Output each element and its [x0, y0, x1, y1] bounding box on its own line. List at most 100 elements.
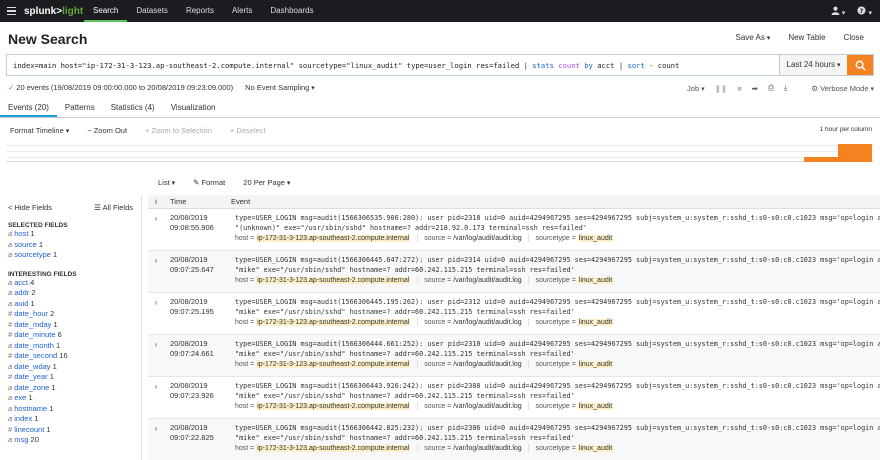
- expand-chevron-icon[interactable]: ›: [148, 377, 164, 418]
- all-fields-button[interactable]: ☰ All Fields: [94, 203, 133, 212]
- sourcetype-value[interactable]: linux_audit: [577, 235, 614, 242]
- deselect-button[interactable]: × Deselect: [230, 126, 266, 135]
- field-acct[interactable]: a acct 4: [8, 278, 133, 289]
- event-raw-line: "mike" exe="/usr/sbin/sshd" hostname=? a…: [235, 308, 575, 316]
- timeline-chart[interactable]: [6, 140, 874, 162]
- expand-chevron-icon[interactable]: ›: [148, 419, 164, 460]
- event-raw-line: type=USER_LOGIN msg=audit(1566306445.647…: [235, 256, 880, 264]
- host-label: host =: [235, 319, 255, 326]
- sourcetype-value[interactable]: linux_audit: [577, 445, 614, 452]
- tab-statistics[interactable]: Statistics (4): [103, 98, 163, 117]
- host-value[interactable]: ip-172-31-3-123.ap-southeast-2.compute.i…: [256, 361, 411, 368]
- splunk-logo[interactable]: splunk>light: [24, 6, 84, 17]
- menu-icon[interactable]: [0, 0, 22, 22]
- field-date-hour[interactable]: # date_hour 2: [8, 309, 133, 320]
- user-menu[interactable]: [830, 6, 846, 17]
- per-page-dropdown[interactable]: 20 Per Page: [243, 178, 290, 187]
- nav-search[interactable]: Search: [84, 0, 128, 22]
- field-date-zone[interactable]: a date_zone 1: [8, 383, 133, 394]
- nav-dashboards[interactable]: Dashboards: [261, 0, 322, 22]
- timeline-bar[interactable]: [804, 157, 838, 162]
- new-table-button[interactable]: New Table: [788, 33, 825, 42]
- host-label: host =: [235, 235, 255, 242]
- source-value[interactable]: /var/log/audit/audit.log: [453, 403, 522, 410]
- host-value[interactable]: ip-172-31-3-123.ap-southeast-2.compute.i…: [256, 319, 411, 326]
- field-date-second[interactable]: # date_second 16: [8, 351, 133, 362]
- zoom-to-selection-button[interactable]: + Zoom to Selection: [145, 126, 212, 135]
- field-addr[interactable]: a addr 2: [8, 288, 133, 299]
- divider: ¦: [416, 235, 419, 242]
- source-value[interactable]: /var/log/audit/audit.log: [453, 445, 522, 452]
- host-value[interactable]: ip-172-31-3-123.ap-southeast-2.compute.i…: [256, 445, 411, 452]
- query-token: |: [618, 61, 628, 70]
- source-value[interactable]: /var/log/audit/audit.log: [453, 235, 522, 242]
- event-sampling-dropdown[interactable]: No Event Sampling: [245, 83, 315, 92]
- search-query-input[interactable]: index=main host="ip-172-31-3-123.ap-sout…: [7, 55, 779, 75]
- field-count: 20: [30, 435, 39, 444]
- sourcetype-label: sourcetype =: [535, 445, 576, 452]
- field-count: 1: [34, 414, 39, 423]
- field-count: 1: [52, 361, 57, 371]
- event-raw-line: "mike" exe="/usr/sbin/sshd" hostname=? a…: [235, 266, 575, 274]
- field-index[interactable]: a index 1: [8, 414, 133, 425]
- field-date-wday[interactable]: a date_wday 1: [8, 362, 133, 373]
- hide-fields-button[interactable]: < Hide Fields: [8, 203, 52, 212]
- print-icon[interactable]: ⎙: [768, 83, 774, 93]
- nav-reports[interactable]: Reports: [177, 0, 223, 22]
- field-date-year[interactable]: # date_year 1: [8, 372, 133, 383]
- field-date-mday[interactable]: # date_mday 1: [8, 320, 133, 331]
- field-auid[interactable]: a auid 1: [8, 299, 133, 310]
- info-column-header: i: [155, 197, 157, 206]
- pause-icon[interactable]: ❚❚: [715, 84, 728, 93]
- host-value[interactable]: ip-172-31-3-123.ap-southeast-2.compute.i…: [256, 277, 411, 284]
- job-menu[interactable]: Job: [687, 84, 705, 93]
- tab-events[interactable]: Events (20): [0, 98, 57, 117]
- tab-patterns[interactable]: Patterns: [57, 98, 103, 117]
- search-button[interactable]: [847, 55, 873, 75]
- time-column-header[interactable]: Time: [164, 195, 231, 208]
- sourcetype-value[interactable]: linux_audit: [577, 361, 614, 368]
- field-linecount[interactable]: # linecount 1: [8, 425, 133, 436]
- nav-datasets[interactable]: Datasets: [127, 0, 177, 22]
- field-date-minute[interactable]: # date_minute 6: [8, 330, 133, 341]
- field-hostname[interactable]: a hostname 1: [8, 404, 133, 415]
- field-sourcetype[interactable]: a sourcetype 1: [8, 250, 133, 261]
- source-value[interactable]: /var/log/audit/audit.log: [453, 361, 522, 368]
- field-date-month[interactable]: a date_month 1: [8, 341, 133, 352]
- host-value[interactable]: ip-172-31-3-123.ap-southeast-2.compute.i…: [256, 403, 411, 410]
- nav-alerts[interactable]: Alerts: [223, 0, 261, 22]
- close-button[interactable]: Close: [844, 33, 864, 42]
- sourcetype-value[interactable]: linux_audit: [577, 319, 614, 326]
- expand-chevron-icon[interactable]: ›: [148, 251, 164, 292]
- format-button[interactable]: ✎ Format: [193, 178, 225, 187]
- field-source[interactable]: a source 1: [8, 240, 133, 251]
- format-timeline-dropdown[interactable]: Format Timeline: [10, 126, 69, 135]
- share-icon[interactable]: ➦: [752, 84, 758, 93]
- tab-visualization[interactable]: Visualization: [163, 98, 224, 117]
- sourcetype-label: sourcetype =: [535, 361, 576, 368]
- stop-icon[interactable]: ■: [737, 84, 742, 93]
- search-icon: [855, 60, 866, 71]
- host-value[interactable]: ip-172-31-3-123.ap-southeast-2.compute.i…: [256, 235, 411, 242]
- timeline-bar[interactable]: [838, 144, 872, 162]
- field-exe[interactable]: a exe 1: [8, 393, 133, 404]
- event-row: › 20/08/2019 09:08:55.906 type=USER_LOGIN…: [148, 209, 880, 251]
- source-value[interactable]: /var/log/audit/audit.log: [453, 319, 522, 326]
- source-value[interactable]: /var/log/audit/audit.log: [453, 277, 522, 284]
- sourcetype-value[interactable]: linux_audit: [577, 403, 614, 410]
- export-icon[interactable]: ⤓: [784, 83, 787, 93]
- mode-icon: ⚙: [811, 83, 821, 93]
- expand-chevron-icon[interactable]: ›: [148, 335, 164, 376]
- sourcetype-value[interactable]: linux_audit: [577, 277, 614, 284]
- search-mode-dropdown[interactable]: ⚙ Verbose Mode: [811, 84, 874, 93]
- field-count: 1: [53, 319, 58, 329]
- save-as-button[interactable]: Save As: [736, 33, 771, 42]
- time-range-picker[interactable]: Last 24 hours: [779, 55, 847, 75]
- expand-chevron-icon[interactable]: ›: [148, 209, 164, 250]
- field-msg[interactable]: a msg 20: [8, 435, 133, 446]
- field-host[interactable]: a host 1: [8, 229, 133, 240]
- expand-chevron-icon[interactable]: ›: [148, 293, 164, 334]
- zoom-out-button[interactable]: − Zoom Out: [87, 126, 127, 135]
- list-view-dropdown[interactable]: List: [158, 178, 175, 187]
- help-menu[interactable]: ?: [857, 5, 872, 17]
